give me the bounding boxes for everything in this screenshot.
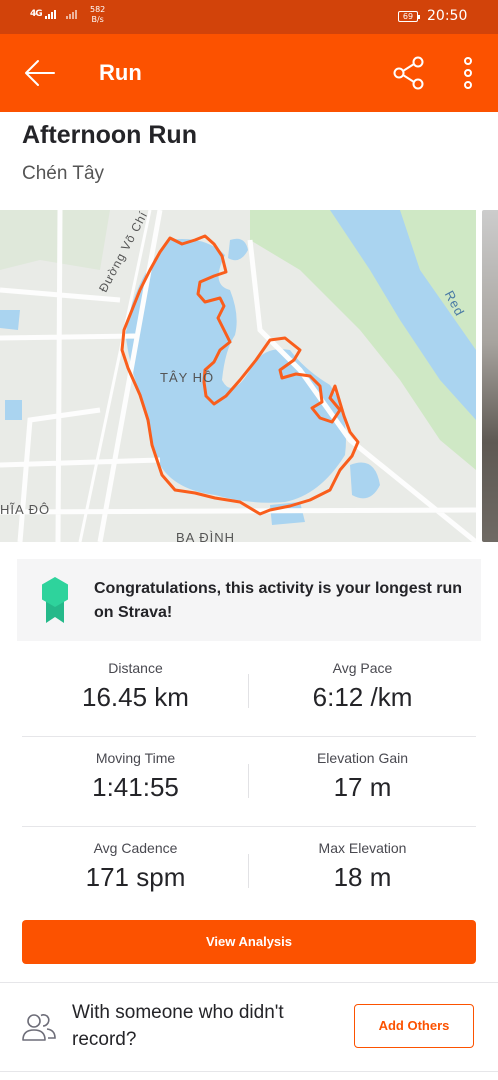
more-vertical-icon[interactable] — [456, 56, 480, 90]
add-others-section: With someone who didn't record? Add Othe… — [0, 982, 498, 1072]
stat-row: Avg Cadence 171 spm Max Elevation 18 m — [22, 827, 476, 916]
achievement-card: Congratulations, this activity is your l… — [17, 559, 481, 641]
battery-icon: 69 — [398, 11, 420, 22]
stat-row: Distance 16.45 km Avg Pace 6:12 /km — [22, 647, 476, 737]
route-map[interactable]: Đường Võ Chí Công TÂY HỒ HĨA ĐÔ BA ĐÌNH … — [0, 210, 476, 542]
network-speed: 582 B/s — [90, 5, 106, 24]
view-analysis-button[interactable]: View Analysis — [22, 920, 476, 964]
stat-label: Avg Pace — [332, 660, 393, 676]
arrow-left-icon[interactable] — [24, 59, 56, 87]
app-bar: Run — [0, 34, 498, 112]
clock: 20:50 — [427, 8, 468, 24]
status-bar: 4G 582 B/s 69 20:50 — [0, 0, 498, 34]
stat-label: Max Elevation — [318, 840, 407, 856]
stat-value: 17 m — [333, 772, 392, 802]
stats-grid: Distance 16.45 km Avg Pace 6:12 /km Movi… — [22, 647, 476, 916]
signal-icon-secondary — [66, 10, 77, 19]
signal-icon — [45, 10, 56, 19]
page-title: Run — [99, 60, 142, 85]
stat-moving-time: Moving Time 1:41:55 — [22, 737, 249, 803]
photo-thumbnail[interactable] — [482, 210, 498, 542]
stat-label: Avg Cadence — [93, 840, 178, 856]
activity-location: Chén Tây — [22, 163, 105, 184]
activity-title: Afternoon Run — [22, 121, 197, 149]
map-label-district-bottom: BA ĐÌNH — [176, 530, 236, 542]
network-type: 4G — [30, 9, 43, 19]
map-canvas — [0, 210, 476, 542]
stat-distance: Distance 16.45 km — [22, 647, 249, 713]
stat-value: 171 spm — [85, 862, 186, 892]
people-icon — [22, 1014, 56, 1041]
stat-label: Elevation Gain — [316, 750, 409, 766]
battery-level: 69 — [402, 12, 414, 21]
add-others-text: With someone who didn't record? — [72, 1002, 284, 1050]
stat-avg-cadence: Avg Cadence 171 spm — [22, 827, 249, 893]
stat-value: 18 m — [333, 862, 392, 892]
stat-label: Distance — [108, 660, 163, 676]
stat-value: 16.45 km — [82, 682, 189, 712]
stat-value: 1:41:55 — [92, 772, 179, 802]
share-icon[interactable] — [392, 56, 426, 90]
stat-label: Moving Time — [95, 750, 176, 766]
medal-icon — [42, 577, 68, 623]
stat-row: Moving Time 1:41:55 Elevation Gain 17 m — [22, 737, 476, 827]
stat-elevation-gain: Elevation Gain 17 m — [249, 737, 476, 803]
achievement-text: Congratulations, this activity is your l… — [94, 580, 463, 621]
stat-max-elevation: Max Elevation 18 m — [249, 827, 476, 893]
map-label-lake: TÂY HỒ — [160, 370, 215, 385]
add-others-button[interactable]: Add Others — [354, 1004, 474, 1048]
map-label-district-left: HĨA ĐÔ — [0, 502, 51, 517]
stat-value: 6:12 /km — [312, 682, 413, 712]
stat-avg-pace: Avg Pace 6:12 /km — [249, 647, 476, 713]
